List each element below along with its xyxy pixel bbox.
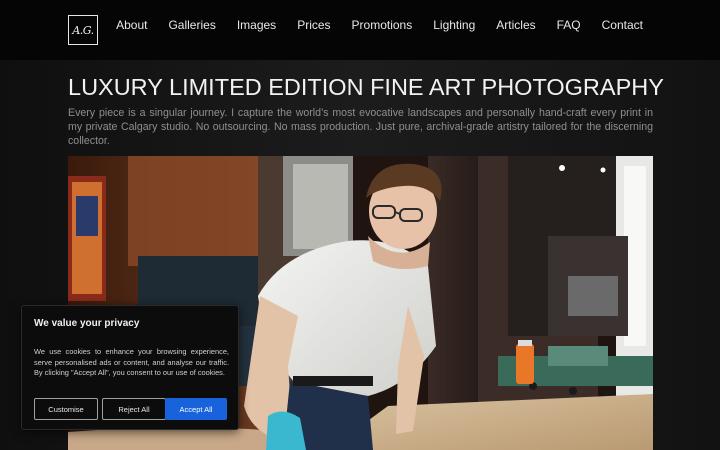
accept-all-button[interactable]: Accept All [165, 398, 227, 420]
site-logo[interactable]: A.G. [68, 15, 98, 45]
nav-promotions[interactable]: Promotions [352, 18, 413, 32]
main-nav: About Galleries Images Prices Promotions… [95, 18, 643, 32]
reject-all-button[interactable]: Reject All [102, 398, 166, 420]
nav-contact[interactable]: Contact [602, 18, 643, 32]
cookie-title: We value your privacy [34, 318, 140, 329]
nav-about[interactable]: About [116, 18, 147, 32]
intro-text: Every piece is a singular journey. I cap… [68, 107, 653, 147]
nav-images[interactable]: Images [237, 18, 276, 32]
nav-articles[interactable]: Articles [496, 18, 535, 32]
cookie-consent-banner: We value your privacy We use cookies to … [21, 305, 239, 430]
page-title: LUXURY LIMITED EDITION FINE ART PHOTOGRA… [68, 74, 664, 100]
nav-prices[interactable]: Prices [297, 18, 330, 32]
logo-text: A.G. [72, 23, 94, 37]
nav-galleries[interactable]: Galleries [168, 18, 215, 32]
cookie-body: We use cookies to enhance your browsing … [34, 347, 229, 378]
customise-button[interactable]: Customise [34, 398, 98, 420]
nav-lighting[interactable]: Lighting [433, 18, 475, 32]
site-header: A.G. About Galleries Images Prices Promo… [0, 0, 720, 60]
nav-faq[interactable]: FAQ [557, 18, 581, 32]
